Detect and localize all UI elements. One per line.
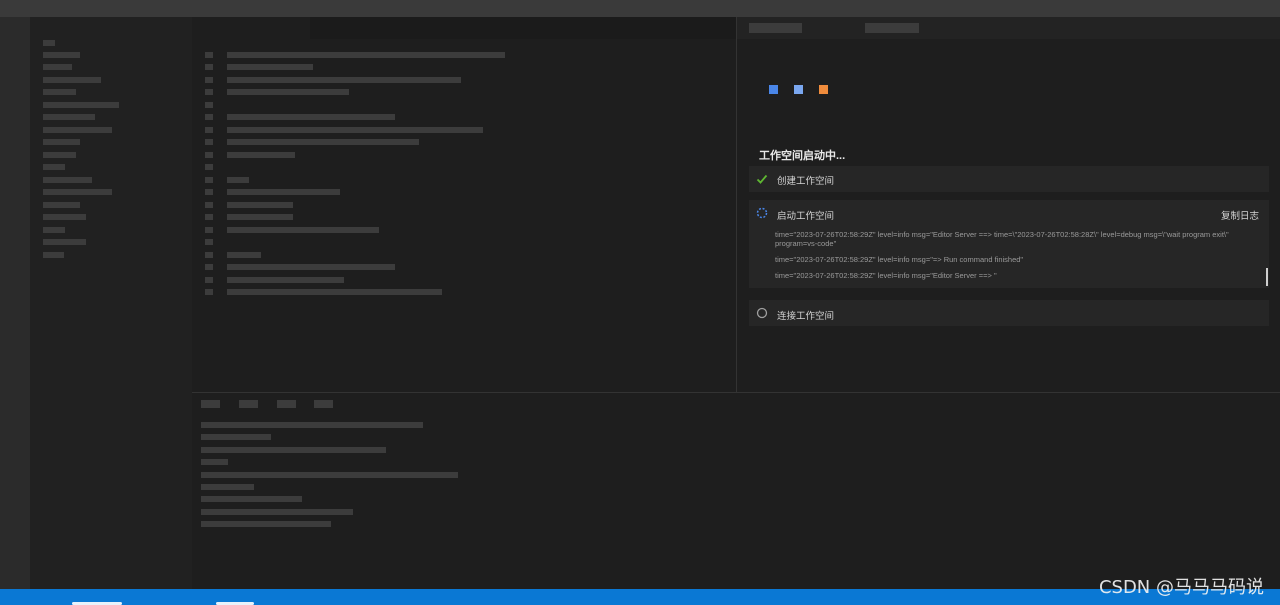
log-line: time="2023-07-26T02:58:29Z" level=info m… (775, 255, 1024, 264)
editor-skeleton (192, 17, 736, 392)
log-scrollbar[interactable] (1266, 268, 1268, 286)
skeleton-line (43, 139, 80, 145)
skeleton-line (43, 177, 92, 183)
skeleton-line (43, 77, 101, 83)
line-number (205, 127, 213, 133)
activity-bar (0, 17, 30, 589)
code-line (227, 77, 461, 83)
logo-square-icon (769, 85, 778, 94)
workspace-status-panel: 工作空间启动中... 创建工作空间 启动工作空间 复制日志 time="2023… (736, 17, 1280, 392)
step-start-workspace: 启动工作空间 复制日志 time="2023-07-26T02:58:29Z" … (749, 200, 1269, 288)
skeleton-line (43, 52, 80, 58)
line-number (205, 289, 213, 295)
step-create-workspace: 创建工作空间 (749, 166, 1269, 192)
check-icon (756, 174, 768, 184)
code-line (227, 114, 395, 120)
watermark: CSDN @马马马码说 (1098, 577, 1264, 598)
line-number (205, 64, 213, 70)
code-line (227, 227, 379, 233)
code-line (227, 127, 483, 133)
output-line (201, 496, 302, 502)
line-number (205, 152, 213, 158)
panel-tab[interactable] (239, 400, 258, 408)
output-line (201, 472, 458, 478)
line-number (205, 277, 213, 283)
line-number (205, 89, 213, 95)
skeleton-line (43, 164, 65, 170)
output-line (201, 434, 271, 440)
panel-tab[interactable] (201, 400, 220, 408)
code-line (227, 89, 349, 95)
line-number (205, 102, 213, 108)
code-line (227, 252, 261, 258)
step-connect-workspace: 连接工作空间 (749, 300, 1269, 326)
line-number (205, 52, 213, 58)
panel-tab[interactable] (865, 23, 919, 33)
panel-tab[interactable] (277, 400, 296, 408)
code-line (227, 177, 249, 183)
skeleton-line (43, 202, 80, 208)
code-line (227, 189, 340, 195)
step-label: 连接工作空间 (777, 311, 835, 322)
output-line (201, 509, 353, 515)
code-line (227, 277, 344, 283)
spinner-icon (756, 207, 768, 219)
circle-icon (756, 307, 768, 319)
editor-tab[interactable] (192, 17, 310, 39)
code-line (227, 64, 313, 70)
output-line (201, 447, 386, 453)
line-number (205, 77, 213, 83)
skeleton-line (43, 89, 76, 95)
code-line (227, 289, 442, 295)
status-bar (0, 589, 1280, 605)
code-line (227, 214, 293, 220)
step-label: 创建工作空间 (777, 176, 835, 187)
skeleton-line (43, 189, 112, 195)
panel-tab[interactable] (314, 400, 333, 408)
line-number (205, 164, 213, 170)
line-number (205, 114, 213, 120)
line-number (205, 177, 213, 183)
code-line (227, 264, 395, 270)
output-line (201, 422, 423, 428)
logo-square-icon (794, 85, 803, 94)
output-line (201, 484, 254, 490)
code-line (227, 152, 295, 158)
skeleton-line (43, 227, 65, 233)
copy-log-button[interactable]: 复制日志 (1221, 208, 1259, 222)
skeleton-line (43, 252, 64, 258)
sidebar-skeleton (30, 17, 192, 589)
line-number (205, 264, 213, 270)
line-number (205, 139, 213, 145)
skeleton-line (43, 152, 76, 158)
editor-tab-strip (192, 17, 736, 39)
skeleton-line (43, 64, 72, 70)
panel-header (737, 17, 1280, 39)
skeleton-line (43, 40, 55, 46)
log-line: time="2023-07-26T02:58:29Z" level=info m… (775, 271, 997, 280)
line-number (205, 189, 213, 195)
code-line (227, 202, 293, 208)
page-title: 工作空间启动中... (759, 150, 846, 162)
skeleton-line (43, 102, 119, 108)
line-number (205, 202, 213, 208)
skeleton-line (43, 239, 86, 245)
panel-tab[interactable] (749, 23, 802, 33)
skeleton-line (43, 127, 112, 133)
line-number (205, 239, 213, 245)
title-bar (0, 0, 1280, 17)
line-number (205, 214, 213, 220)
output-line (201, 521, 331, 527)
output-line (201, 459, 228, 465)
logo-square-icon (819, 85, 828, 94)
code-line (227, 139, 419, 145)
skeleton-line (43, 114, 95, 120)
step-label: 启动工作空间 (777, 211, 835, 222)
line-number (205, 252, 213, 258)
code-line (227, 52, 505, 58)
bottom-panel-skeleton (192, 392, 1280, 589)
line-number (205, 227, 213, 233)
log-line: time="2023-07-26T02:58:29Z" level=info m… (775, 230, 1229, 248)
skeleton-line (43, 214, 86, 220)
